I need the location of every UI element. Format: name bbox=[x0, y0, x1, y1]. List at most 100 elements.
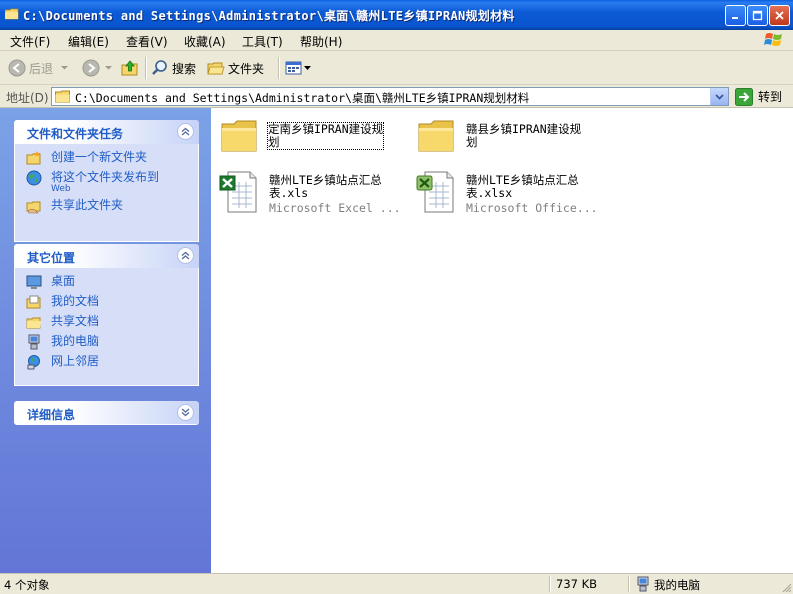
menu-edit[interactable]: 编辑(E) bbox=[68, 33, 109, 50]
task-publish-web[interactable]: 将这个文件夹发布到 Web bbox=[26, 170, 198, 194]
maximize-button[interactable] bbox=[747, 5, 768, 26]
file-name-line: 划 bbox=[466, 135, 478, 149]
chevron-down-icon bbox=[61, 66, 69, 70]
panel-body: 创建一个新文件夹 将这个文件夹发布到 Web 共享此文件夹 bbox=[14, 144, 199, 242]
address-input[interactable]: C:\Documents and Settings\Administrator\… bbox=[51, 87, 729, 106]
file-name: 赣州LTE乡镇站点汇总 表.xlsx bbox=[466, 174, 579, 200]
file-name-line: 赣州LTE乡镇站点汇总 bbox=[466, 173, 579, 187]
publish-web-icon bbox=[26, 170, 42, 186]
views-icon bbox=[285, 61, 302, 75]
search-label: 搜索 bbox=[172, 61, 197, 76]
task-label: 共享此文件夹 bbox=[51, 198, 124, 212]
panel-header[interactable]: 其它位置 bbox=[14, 244, 199, 268]
search-button[interactable]: 搜索 bbox=[151, 57, 196, 79]
folder-icon bbox=[5, 8, 19, 20]
place-shared-documents[interactable]: 共享文档 bbox=[26, 314, 198, 330]
file-list: 定南乡镇IPRAN建设规 划 赣县乡镇IPRAN建设规 划 赣州LTE乡镇站点汇… bbox=[211, 108, 793, 573]
status-bar: 4 个对象 737 KB 我的电脑 bbox=[0, 573, 793, 594]
place-desktop[interactable]: 桌面 bbox=[26, 274, 198, 290]
file-name: 赣州LTE乡镇站点汇总 表.xls bbox=[269, 174, 382, 200]
panel-title: 其它位置 bbox=[27, 251, 76, 265]
place-my-computer[interactable]: 我的电脑 bbox=[26, 334, 198, 350]
task-label: 将这个文件夹发布到 bbox=[51, 170, 160, 184]
place-label: 网上邻居 bbox=[51, 354, 100, 368]
search-icon bbox=[152, 60, 167, 75]
place-label: 桌面 bbox=[51, 274, 76, 288]
status-size: 737 KB bbox=[556, 577, 598, 591]
folders-button[interactable]: 文件夹 bbox=[207, 57, 264, 79]
menu-view[interactable]: 查看(V) bbox=[126, 33, 168, 50]
menu-favorites[interactable]: 收藏(A) bbox=[184, 33, 226, 50]
file-item-excel-xls[interactable]: 赣州LTE乡镇站点汇总 表.xls Microsoft Excel ... bbox=[218, 170, 413, 218]
windows-logo-icon bbox=[764, 33, 782, 46]
folder-icon bbox=[418, 120, 454, 152]
folder-icon bbox=[55, 90, 70, 103]
task-label-wrap: 将这个文件夹发布到 Web bbox=[51, 170, 159, 194]
menu-tools[interactable]: 工具(T) bbox=[242, 33, 283, 50]
address-label: 地址(D) bbox=[6, 91, 49, 105]
minimize-button[interactable] bbox=[725, 5, 746, 26]
network-places-icon bbox=[27, 355, 40, 370]
close-button[interactable] bbox=[769, 5, 790, 26]
panel-header[interactable]: 详细信息 bbox=[14, 401, 199, 425]
task-label-sub: Web bbox=[51, 184, 71, 194]
window-title: C:\Documents and Settings\Administrator\… bbox=[23, 9, 515, 23]
views-button[interactable] bbox=[285, 57, 311, 79]
close-icon bbox=[775, 11, 784, 20]
file-name-line: 赣州LTE乡镇站点汇总 bbox=[269, 173, 382, 187]
address-dropdown-button[interactable] bbox=[710, 88, 728, 105]
collapse-button[interactable] bbox=[177, 123, 194, 140]
file-item-excel-xlsx[interactable]: 赣州LTE乡镇站点汇总 表.xlsx Microsoft Office... bbox=[415, 170, 610, 218]
file-name-line: 划 bbox=[268, 135, 280, 149]
chevron-down-icon bbox=[181, 408, 190, 417]
task-label: 创建一个新文件夹 bbox=[51, 150, 148, 164]
file-name-line: 定南乡镇IPRAN建设规 bbox=[268, 122, 384, 136]
title-bar[interactable]: C:\Documents and Settings\Administrator\… bbox=[0, 0, 793, 30]
toolbar-separator bbox=[145, 57, 147, 79]
my-computer-icon bbox=[28, 334, 40, 350]
status-object-count: 4 个对象 bbox=[4, 578, 50, 592]
desktop-icon bbox=[26, 275, 42, 289]
place-network-places[interactable]: 网上邻居 bbox=[26, 354, 198, 370]
place-label: 我的电脑 bbox=[51, 334, 100, 348]
file-name-line: 表.xls bbox=[269, 186, 309, 200]
forward-arrow-icon bbox=[82, 59, 100, 77]
my-computer-icon bbox=[637, 576, 649, 592]
forward-button[interactable] bbox=[82, 57, 113, 79]
minimize-icon bbox=[732, 17, 738, 19]
place-my-documents[interactable]: 我的文档 bbox=[26, 294, 198, 310]
file-name: 赣县乡镇IPRAN建设规 划 bbox=[466, 123, 581, 149]
panel-body: 桌面 我的文档 共享文档 我的电脑 网上邻居 bbox=[14, 268, 199, 386]
file-item-folder-dingnan[interactable]: 定南乡镇IPRAN建设规 划 bbox=[220, 118, 410, 164]
up-folder-button[interactable] bbox=[120, 57, 140, 79]
shared-documents-icon bbox=[26, 317, 41, 329]
resize-grip-icon[interactable] bbox=[780, 581, 792, 593]
toolbar-separator bbox=[278, 57, 280, 79]
go-button[interactable]: 转到 bbox=[735, 87, 782, 106]
menu-help[interactable]: 帮助(H) bbox=[300, 33, 342, 50]
expand-button[interactable] bbox=[177, 404, 194, 421]
panel-header[interactable]: 文件和文件夹任务 bbox=[14, 120, 199, 144]
status-separator bbox=[628, 576, 630, 592]
file-type: Microsoft Office... bbox=[466, 201, 598, 215]
file-item-folder-ganxian[interactable]: 赣县乡镇IPRAN建设规 划 bbox=[417, 118, 607, 164]
other-places-panel: 其它位置 桌面 我的文档 共享文档 我的电脑 网上邻居 bbox=[14, 244, 199, 386]
task-new-folder[interactable]: 创建一个新文件夹 bbox=[26, 150, 198, 166]
task-share-folder[interactable]: 共享此文件夹 bbox=[26, 198, 198, 214]
address-bar: 地址(D) C:\Documents and Settings\Administ… bbox=[0, 85, 793, 108]
go-arrow-icon bbox=[735, 87, 753, 106]
collapse-button[interactable] bbox=[177, 247, 194, 264]
back-label: 后退 bbox=[29, 61, 54, 76]
my-documents-icon bbox=[26, 295, 41, 309]
place-label: 我的文档 bbox=[51, 294, 100, 308]
file-name-line: 赣县乡镇IPRAN建设规 bbox=[466, 122, 582, 136]
back-arrow-icon bbox=[8, 59, 26, 77]
excel-xls-icon bbox=[219, 171, 257, 213]
details-panel: 详细信息 bbox=[14, 401, 199, 425]
maximize-icon bbox=[752, 10, 763, 21]
status-location: 我的电脑 bbox=[654, 578, 700, 592]
back-button[interactable]: 后退 bbox=[8, 57, 69, 79]
chevron-down-icon bbox=[105, 66, 112, 70]
menu-file[interactable]: 文件(F) bbox=[10, 33, 50, 50]
excel-xlsx-icon bbox=[416, 171, 454, 213]
